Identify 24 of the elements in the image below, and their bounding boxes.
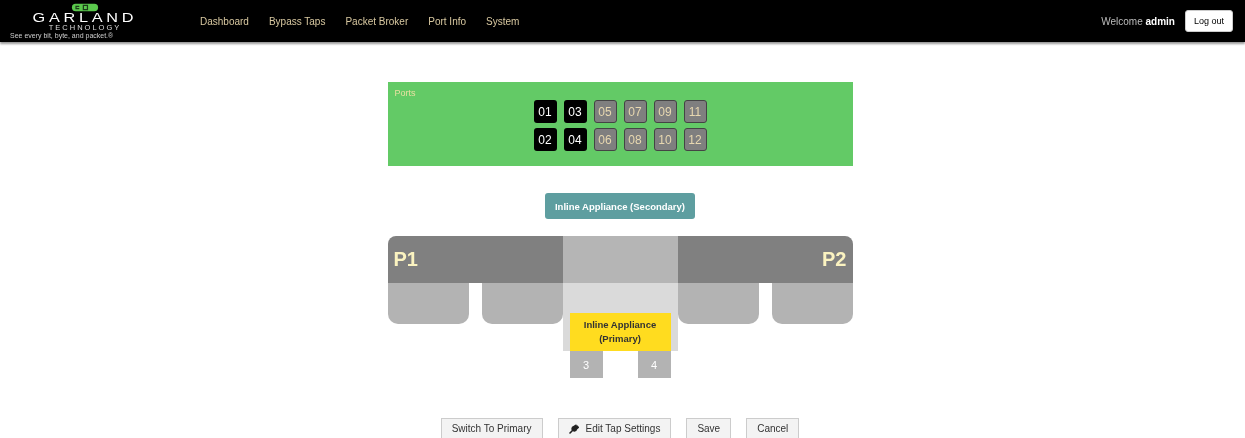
port-tile[interactable]: 04 <box>563 128 587 151</box>
nav-link[interactable]: Packet Broker <box>345 15 409 27</box>
nav-link[interactable]: System <box>486 15 520 27</box>
appliance-port: 4 <box>637 351 671 378</box>
action-button[interactable]: Cancel <box>746 418 800 438</box>
action-button[interactable]: Switch To Primary <box>440 418 543 438</box>
logo-name: GARLAND <box>32 11 138 24</box>
panel-title: Ports <box>394 88 417 98</box>
tap-port-bar: P2 <box>677 236 853 283</box>
tap-port-bar: P1 <box>387 236 563 283</box>
port-tile[interactable]: 03 <box>563 100 587 123</box>
primary-appliance[interactable]: Inline Appliance (Primary) <box>569 313 671 351</box>
port-tile[interactable]: 01 <box>533 100 557 123</box>
welcome-text: Welcome admin <box>1101 15 1175 27</box>
action-button[interactable]: Edit Tap Settings <box>557 418 672 438</box>
nav-link[interactable]: Dashboard <box>200 15 249 27</box>
action-button[interactable]: Save <box>686 418 732 438</box>
logo-icon <box>70 2 100 12</box>
port-tile[interactable]: 02 <box>533 128 557 151</box>
nav-link[interactable]: Bypass Taps <box>268 15 326 27</box>
nav-link[interactable]: Port Info <box>428 15 467 27</box>
wrench-icon <box>568 423 579 434</box>
appliance-port: 3 <box>569 351 603 378</box>
logout-button[interactable]: Log out <box>1184 10 1233 32</box>
